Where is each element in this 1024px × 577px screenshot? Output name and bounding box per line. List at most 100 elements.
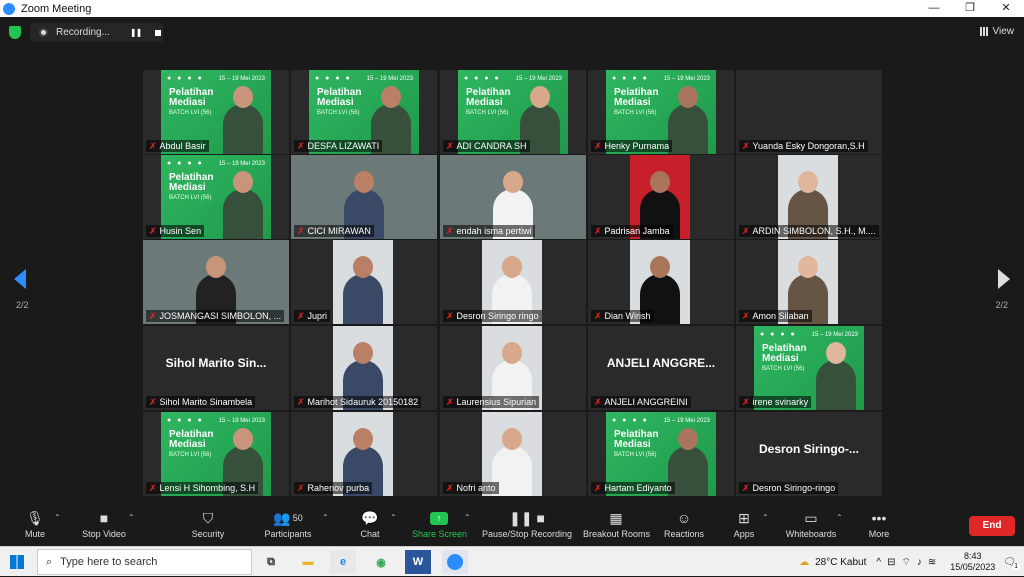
- shield-icon: ⛉: [202, 509, 214, 526]
- weather-label[interactable]: 28°C Kabut: [815, 557, 866, 568]
- participant-tile[interactable]: ● ● ● ● 15 – 19 Mei 2023 BATCH LVI (56) Pel…: [143, 70, 289, 154]
- security-shield-icon[interactable]: [9, 26, 21, 39]
- share-screen-button[interactable]: ↑ Share Screen: [412, 509, 468, 539]
- participant-tile[interactable]: ✗ Desron Siringo ringo: [440, 240, 586, 324]
- zoom-taskbar-icon[interactable]: [442, 550, 468, 574]
- tray-chevron-icon[interactable]: ^: [876, 557, 881, 568]
- smiley-icon: ☺: [676, 510, 692, 526]
- participant-tile[interactable]: ● ● ● ● 15 – 19 Mei 2023 BATCH LVI (56) Pel…: [143, 155, 289, 239]
- whiteboard-icon: ▭: [804, 509, 818, 526]
- minimize-button[interactable]: —: [916, 0, 952, 17]
- participant-name: Sihol Marito Sinambela: [159, 397, 253, 407]
- banner-sub: BATCH LVI (56): [614, 452, 657, 458]
- mic-muted-icon: ✗: [297, 483, 305, 493]
- wifi-icon[interactable]: ≋: [928, 557, 936, 568]
- share-caret-icon[interactable]: ⌃: [464, 513, 471, 522]
- participant-tile[interactable]: ✗ CICI MIRAWAN: [291, 155, 437, 239]
- banner-sub: BATCH LVI (56): [466, 110, 509, 116]
- participant-name: ANJELI ANGGREINI: [604, 397, 688, 407]
- stop-recording-icon[interactable]: [155, 29, 162, 36]
- apps-caret-icon[interactable]: ⌃: [762, 513, 769, 522]
- participant-tile[interactable]: ✗ ARDIN SIMBOLON, S.H., M....: [736, 155, 882, 239]
- mute-button[interactable]: 🎙 Mute: [20, 509, 50, 540]
- banner-logos: ● ● ● ●: [167, 160, 204, 167]
- pause-stop-recording-button[interactable]: ❚❚ ■ Pause/Stop Recording: [482, 509, 573, 540]
- participant-tile[interactable]: ✗ Rahenov purba: [291, 412, 437, 496]
- participant-head: [233, 86, 253, 108]
- reactions-button[interactable]: ☺ Reactions: [664, 509, 704, 539]
- security-button[interactable]: ⛉ Security: [190, 509, 226, 540]
- participant-display-name: ANJELI ANGGRE...: [606, 356, 716, 370]
- share-screen-label: Share Screen: [412, 529, 468, 539]
- participant-tile[interactable]: ANJELI ANGGRE... ✗ ANJELI ANGGREINI: [588, 326, 734, 410]
- participant-tile[interactable]: ● ● ● ● 15 – 19 Mei 2023 BATCH LVI (56) Pel…: [588, 70, 734, 154]
- participant-tile[interactable]: Sihol Marito Sin... ✗ Sihol Marito Sinambe…: [143, 326, 289, 410]
- notification-badge: 1: [1012, 562, 1020, 570]
- mic-muted-icon: ✗: [742, 397, 750, 407]
- chrome-icon[interactable]: ◉: [368, 550, 394, 574]
- maximize-button[interactable]: ❐: [952, 0, 988, 17]
- banner-title-line: Mediasi: [317, 97, 354, 108]
- participants-caret-icon[interactable]: ⌃: [322, 513, 329, 522]
- participants-button[interactable]: 👥 50 Participants: [262, 509, 314, 540]
- participant-name: Amon Silaban: [752, 311, 809, 321]
- participant-tile[interactable]: ✗ Laurensius Sipurian: [440, 326, 586, 410]
- apps-button[interactable]: ⊞ Apps: [732, 509, 756, 540]
- banner-date: 15 – 19 Mei 2023: [218, 161, 265, 167]
- next-page-arrow-icon[interactable]: [998, 269, 1010, 289]
- chat-button[interactable]: 💬 Chat: [356, 509, 384, 540]
- participant-tile[interactable]: ✗ Amon Silaban: [736, 240, 882, 324]
- participant-tile[interactable]: ✗ endah isma pertiwi: [440, 155, 586, 239]
- participant-tile[interactable]: ● ● ● ● 15 – 19 Mei 2023 BATCH LVI (56) Pel…: [736, 326, 882, 410]
- participant-silhouette: [343, 256, 383, 324]
- more-button[interactable]: ••• More: [866, 509, 892, 539]
- participant-tile[interactable]: ✗ Padrisan Jamba: [588, 155, 734, 239]
- stop-video-button[interactable]: ■ Stop Video: [78, 509, 130, 539]
- mic-muted-icon: ✗: [742, 226, 750, 236]
- end-meeting-button[interactable]: End: [969, 516, 1015, 536]
- previous-page-arrow-icon[interactable]: [14, 269, 26, 289]
- participant-head: [650, 171, 670, 193]
- participant-tile[interactable]: ✗ Dian Wirish: [588, 240, 734, 324]
- pause-stop-icon: ❚❚ ■: [509, 509, 545, 526]
- audio-options-caret-icon[interactable]: ⌃: [54, 513, 61, 522]
- volume-icon[interactable]: ♪: [917, 557, 922, 568]
- participant-tile[interactable]: ● ● ● ● 15 – 19 Mei 2023 BATCH LVI (56) Pel…: [588, 412, 734, 496]
- taskbar-clock[interactable]: 8:43 15/05/2023: [950, 551, 995, 573]
- task-view-icon[interactable]: ⧉: [258, 550, 284, 574]
- tray-app-icon[interactable]: ⊟: [887, 557, 895, 568]
- video-options-caret-icon[interactable]: ⌃: [128, 513, 135, 522]
- participant-tile[interactable]: ✗ Marihot Sidauruk 20150182: [291, 326, 437, 410]
- breakout-rooms-button[interactable]: ▦ Breakout Rooms: [583, 509, 650, 540]
- banner-title: Pelatihan Mediasi: [466, 88, 510, 108]
- participant-tile[interactable]: ✗ JOSMANGASI SIMBOLON, ...: [143, 240, 289, 324]
- participant-tile[interactable]: ● ● ● ● 15 – 19 Mei 2023 BATCH LVI (56) Pel…: [143, 412, 289, 496]
- participant-name-label: ✗ Rahenov purba: [294, 482, 373, 494]
- participant-tile[interactable]: Desron Siringo-... ✗ Desron Siringo-ringo: [736, 412, 882, 496]
- chat-caret-icon[interactable]: ⌃: [390, 513, 397, 522]
- participant-name: JOSMANGASI SIMBOLON, ...: [159, 311, 282, 321]
- edge-browser-icon[interactable]: e: [330, 550, 356, 574]
- participant-tile[interactable]: ● ● ● ● 15 – 19 Mei 2023 BATCH LVI (56) Pel…: [440, 70, 586, 154]
- network-icon[interactable]: ⌔: [901, 556, 910, 569]
- participant-tile[interactable]: ✗ Nofri anto: [440, 412, 586, 496]
- participant-name-label: ✗ Laurensius Sipurian: [443, 396, 540, 408]
- taskbar-search-input[interactable]: ⌕ Type here to search: [37, 549, 252, 575]
- windows-start-icon[interactable]: [10, 555, 24, 569]
- word-icon[interactable]: W: [405, 550, 431, 574]
- banner-title: Pelatihan Mediasi: [614, 430, 658, 450]
- mute-label: Mute: [24, 529, 45, 539]
- window-titlebar: Zoom Meeting — ❐ ✕: [0, 0, 1024, 17]
- participant-tile[interactable]: ● ● ● ● 15 – 19 Mei 2023 BATCH LVI (56) Pel…: [291, 70, 437, 154]
- pause-stop-recording-label: Pause/Stop Recording: [482, 529, 573, 539]
- pause-recording-icon[interactable]: ❚❚: [130, 28, 142, 37]
- notification-center-icon[interactable]: 🗨 1: [1003, 557, 1020, 570]
- whiteboards-button[interactable]: ▭ Whiteboards: [784, 509, 838, 540]
- whiteboards-caret-icon[interactable]: ⌃: [836, 513, 843, 522]
- participant-tile[interactable]: ✗ Yuanda Esky Dongoran,S.H: [736, 70, 882, 154]
- participant-head: [798, 256, 818, 278]
- participant-tile[interactable]: ✗ Jupri: [291, 240, 437, 324]
- close-button[interactable]: ✕: [988, 0, 1024, 17]
- view-button[interactable]: View: [979, 26, 1014, 37]
- file-explorer-icon[interactable]: ▬: [295, 550, 321, 574]
